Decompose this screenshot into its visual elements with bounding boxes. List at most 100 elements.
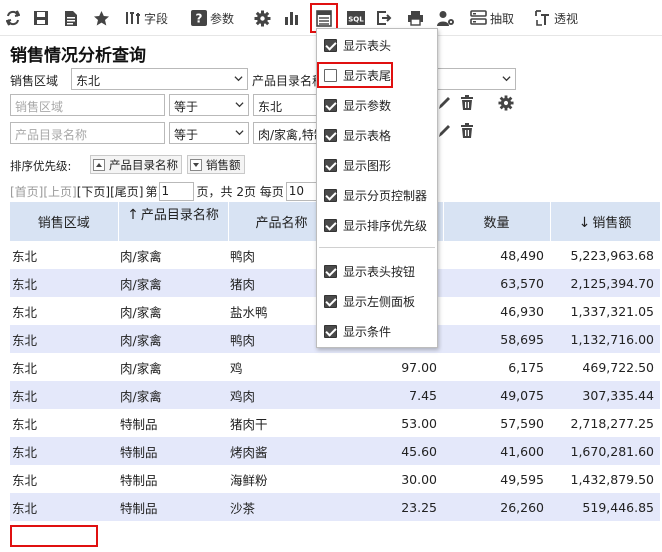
menu-item-label: 显示分页控制器 <box>343 188 428 203</box>
table-row[interactable]: 东北 特制品 猪肉干 53.00 57,590 2,718,277.25 <box>10 409 660 437</box>
export-icon <box>377 11 392 25</box>
sort-chip-sales[interactable]: 销售额 <box>187 155 245 174</box>
pager: [首页] [上页] [下页] [尾页] 第 1 页，共 2页 每页 10 <box>10 181 320 201</box>
field-button[interactable]: 字段 <box>125 6 168 30</box>
param-label: 参数 <box>210 11 235 26</box>
filter1-operator-select[interactable]: 等于 <box>169 94 249 116</box>
menu-item-label: 显示左侧面板 <box>343 294 416 309</box>
checkbox-checked-icon[interactable] <box>324 158 337 172</box>
filter2-field-input[interactable]: 产品目录名称 <box>10 122 165 144</box>
user-gear-icon <box>437 10 454 26</box>
cell-region: 东北 <box>10 353 118 381</box>
filter2-operator-select[interactable]: 等于 <box>169 122 249 144</box>
pager-size-input[interactable]: 10 <box>285 181 320 201</box>
menu-item-7[interactable]: 显示排序优先级 <box>317 212 437 238</box>
chevron-down-icon <box>502 76 511 82</box>
gear-icon <box>254 10 271 26</box>
menu-item-10[interactable]: 显示条件 <box>317 318 437 344</box>
checkbox-checked-icon[interactable] <box>324 294 337 308</box>
checkbox-checked-icon[interactable] <box>324 128 337 142</box>
pager-prev[interactable]: [上页] <box>43 183 76 200</box>
param-button[interactable]: ? 参数 <box>191 6 234 30</box>
sql-text: SQL <box>348 16 364 24</box>
menu-item-label: 显示条件 <box>343 324 392 339</box>
trash-icon[interactable] <box>460 95 474 111</box>
user-settings-button[interactable] <box>437 6 455 30</box>
col-header-qty[interactable]: 数量 <box>443 202 551 241</box>
export-doc-button[interactable] <box>63 6 79 30</box>
question-icon: ? <box>191 10 207 26</box>
pager-first[interactable]: [首页] <box>10 183 43 200</box>
menu-item-6[interactable]: 显示分页控制器 <box>317 182 437 208</box>
refresh-icon <box>6 10 20 26</box>
table-row[interactable]: 东北 肉/家禽 鸡肉 7.45 49,075 307,335.44 <box>10 381 660 409</box>
export-button[interactable] <box>376 6 393 30</box>
menu-item-9[interactable]: 显示左侧面板 <box>317 288 437 314</box>
pager-page-input[interactable]: 1 <box>158 181 194 201</box>
cell-product: 海鲜粉 <box>228 465 335 493</box>
sort-down-arrow-icon: ↓ <box>578 215 591 231</box>
printer-icon <box>408 11 423 26</box>
sort-priority-label: 排序优先级: <box>10 159 72 173</box>
print-button[interactable] <box>407 6 424 30</box>
cell-category: 特制品 <box>118 465 228 493</box>
table-row[interactable]: 东北 特制品 沙茶 23.25 26,260 519,446.85 <box>10 493 660 521</box>
menu-item-8[interactable]: 显示表头按钮 <box>317 258 437 284</box>
filter1-field-input[interactable]: 销售区域 <box>10 94 165 116</box>
col-header-region[interactable]: 销售区域 <box>10 202 119 241</box>
checkbox-checked-icon[interactable] <box>324 218 337 232</box>
filter1-operator-value: 等于 <box>174 100 199 114</box>
cell-sales: 1,432,879.50 <box>550 465 660 493</box>
checkbox-checked-icon[interactable] <box>324 38 337 52</box>
region-label: 销售区域 <box>10 74 59 88</box>
pencil-icon[interactable] <box>437 95 451 111</box>
sql-button[interactable]: SQL <box>347 6 365 30</box>
cell-region: 东北 <box>10 269 118 297</box>
pivot-button[interactable]: 透视 <box>535 6 578 30</box>
cell-qty: 41,600 <box>443 437 550 465</box>
table-row[interactable]: 东北 肉/家禽鸡 97.00 6,175 469,722.50 <box>10 353 660 381</box>
table-row[interactable]: 东北 特制品 海鲜粉 30.00 49,595 1,432,879.50 <box>10 465 660 493</box>
trash-icon[interactable] <box>460 123 474 139</box>
region-select[interactable]: 东北 <box>71 68 248 90</box>
cell-product: 烤肉酱 <box>228 437 335 465</box>
cell-price: 45.60 <box>335 437 443 465</box>
pencil-icon[interactable] <box>437 123 451 139</box>
menu-item-4[interactable]: 显示表格 <box>317 122 437 148</box>
checkbox-checked-icon[interactable] <box>324 98 337 112</box>
bar-chart-icon <box>285 12 298 25</box>
settings-button[interactable] <box>254 6 271 30</box>
checkbox-checked-icon[interactable] <box>324 324 337 338</box>
cell-sales: 307,335.44 <box>550 381 660 409</box>
checkbox-checked-icon[interactable] <box>324 188 337 202</box>
checkbox-checked-icon[interactable] <box>324 264 337 278</box>
save-button[interactable] <box>33 6 49 30</box>
col-header-sales[interactable]: ↓ 销售额 <box>550 202 661 241</box>
sort-chip-category[interactable]: 产品目录名称 <box>90 155 182 174</box>
menu-item-1[interactable]: 显示表头 <box>317 32 437 58</box>
table-row[interactable]: 东北 特制品 烤肉酱 45.60 41,600 1,670,281.60 <box>10 437 660 465</box>
menu-item-label: 显示表格 <box>343 128 392 143</box>
refresh-button[interactable] <box>6 6 20 30</box>
pager-next[interactable]: [下页] <box>77 183 110 200</box>
cell-qty: 48,490 <box>443 241 550 269</box>
chevron-down-icon <box>234 76 243 82</box>
cell-sales: 1,670,281.60 <box>550 437 660 465</box>
chevron-down-icon <box>235 130 244 136</box>
chart-button[interactable] <box>284 6 300 30</box>
cell-sales: 1,337,321.05 <box>550 297 660 325</box>
cell-price: 30.00 <box>335 465 443 493</box>
cell-sales: 2,125,394.70 <box>550 269 660 297</box>
sort-asc-icon <box>93 159 105 171</box>
menu-item-3[interactable]: 显示参数 <box>317 92 437 118</box>
col-header-category[interactable]: ↑ 产品目录名称 <box>118 202 229 241</box>
cell-product: 猪肉干 <box>228 409 335 437</box>
gear-icon[interactable] <box>498 95 514 111</box>
pager-last[interactable]: [尾页] <box>110 183 143 200</box>
menu-item-5[interactable]: 显示图形 <box>317 152 437 178</box>
favorite-button[interactable] <box>93 6 110 30</box>
footer-highlight-box <box>10 525 98 547</box>
sort-desc-icon <box>190 159 202 171</box>
save-icon <box>34 11 48 25</box>
extract-button[interactable]: 抽取 <box>470 6 514 30</box>
